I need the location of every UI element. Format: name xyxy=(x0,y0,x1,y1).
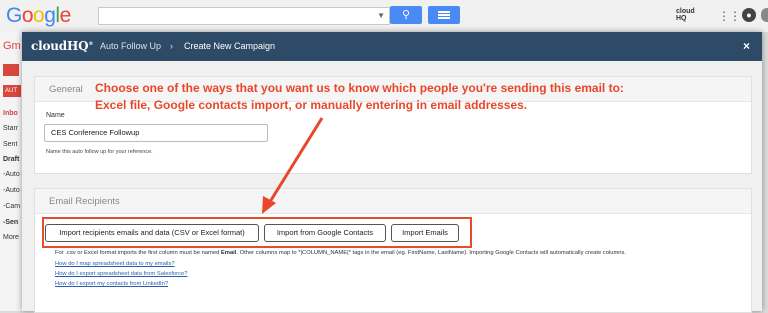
sidebar-item-drafts[interactable]: Draft xyxy=(3,156,19,163)
sidebar-item-auto-2[interactable]: -Auto xyxy=(3,187,20,194)
modal-header: cloudHQ® Auto Follow Up › Create New Cam… xyxy=(22,32,762,61)
sidebar-item-auto-1[interactable]: -Auto xyxy=(3,171,20,178)
cloudhq-logo: cloudHQ® xyxy=(31,39,94,53)
avatar[interactable] xyxy=(761,8,768,22)
gmail-search-input[interactable]: ▼ xyxy=(98,7,390,25)
compose-button[interactable] xyxy=(3,64,19,76)
chevron-down-icon[interactable]: ▼ xyxy=(377,11,385,20)
close-icon[interactable]: × xyxy=(743,39,750,53)
search-button[interactable]: ⚲ xyxy=(390,6,422,24)
notifications-icon[interactable]: ● xyxy=(742,8,756,22)
general-title: General xyxy=(49,84,83,95)
annotation-callout: Choose one of the ways that you want us … xyxy=(95,80,715,114)
annotation-line-2: Excel file, Google contacts import, or m… xyxy=(95,98,528,112)
campaign-name-input[interactable]: CES Conference Followup xyxy=(44,124,268,142)
annotation-line-1: Choose one of the ways that you want us … xyxy=(95,81,624,95)
email-recipients-panel: Email Recipients Import recipients email… xyxy=(34,188,752,313)
auto-row[interactable]: AUT xyxy=(3,85,21,97)
import-csv-button[interactable]: Import recipients emails and data (CSV o… xyxy=(45,224,259,242)
import-emails-button[interactable]: Import Emails xyxy=(391,224,459,242)
email-recipients-header: Email Recipients xyxy=(35,189,751,214)
sidebar-item-more[interactable]: More xyxy=(3,234,19,241)
name-help-text: Name this auto follow up for your refere… xyxy=(46,149,153,155)
breadcrumb-auto-follow-up[interactable]: Auto Follow Up xyxy=(100,41,161,51)
help-link-salesforce[interactable]: How do I export spreadsheet data from Sa… xyxy=(55,271,187,277)
breadcrumb-current: Create New Campaign xyxy=(184,41,276,51)
sidebar-item-sent[interactable]: Sent xyxy=(3,141,17,148)
breadcrumb-separator: › xyxy=(170,41,173,51)
import-google-contacts-button[interactable]: Import from Google Contacts xyxy=(264,224,386,242)
sidebar-item-campaign[interactable]: -Cam xyxy=(3,203,20,210)
menu-icon xyxy=(438,11,450,13)
google-logo[interactable]: Google xyxy=(6,4,71,28)
cloudhq-badge[interactable]: cloud HQ xyxy=(676,8,695,22)
name-label: Name xyxy=(46,112,65,119)
gmail-label[interactable]: Gm xyxy=(3,40,21,52)
help-link-map-spreadsheet[interactable]: How do I map spreadsheet data to my emai… xyxy=(55,261,175,267)
menu-button[interactable] xyxy=(428,6,460,24)
help-link-linkedin[interactable]: How do I export my contacts from LinkedI… xyxy=(55,281,168,287)
sidebar-item-inbox[interactable]: Inbo xyxy=(3,110,18,117)
gmail-top-bar: Google ▼ ⚲ cloud HQ ⋮⋮⋮ ● xyxy=(0,0,768,33)
sidebar-item-sent-label[interactable]: -Sen xyxy=(3,219,18,226)
email-recipients-title: Email Recipients xyxy=(49,196,120,207)
import-note: For .csv or Excel format imports the fir… xyxy=(55,250,627,256)
sidebar-item-starred[interactable]: Starr xyxy=(3,125,18,132)
search-icon: ⚲ xyxy=(401,9,411,21)
create-campaign-modal: cloudHQ® Auto Follow Up › Create New Cam… xyxy=(22,32,762,313)
